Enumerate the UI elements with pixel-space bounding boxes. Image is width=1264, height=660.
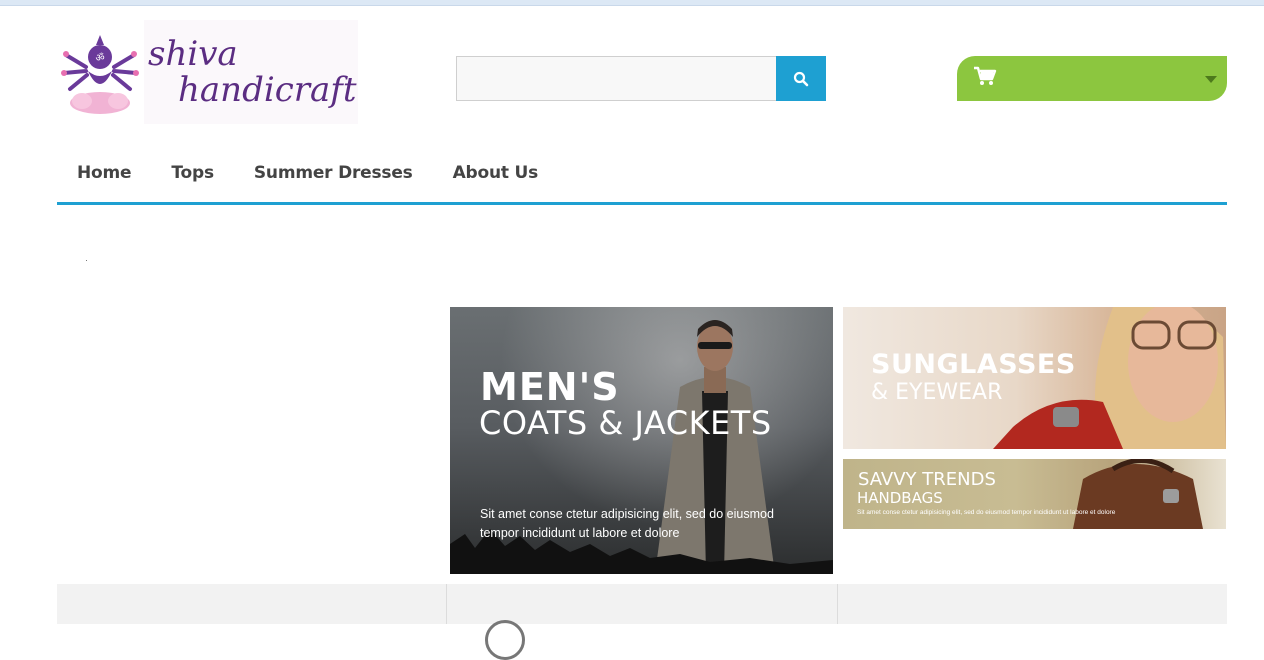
cart-dropdown[interactable] — [957, 56, 1227, 101]
nav-item-about-us[interactable]: About Us — [433, 150, 558, 183]
mens-coats-banner[interactable]: MEN'S COATS & JACKETS Sit amet conse cte… — [450, 307, 833, 574]
banner-subtitle: COATS & JACKETS — [479, 404, 772, 442]
banner-title: SUNGLASSES — [871, 349, 1076, 380]
site-logo[interactable]: ॐ shiva handicraft — [60, 20, 358, 124]
banner-subtitle: & EYEWEAR — [871, 380, 1003, 405]
search-input[interactable] — [456, 56, 776, 101]
svg-text:ॐ: ॐ — [95, 52, 104, 64]
search-icon — [793, 71, 809, 86]
banner-description: Sit amet conse ctetur adipisicing elit, … — [857, 509, 1116, 516]
banner-title: MEN'S — [480, 365, 620, 409]
logo-wordmark: shiva handicraft — [148, 34, 357, 110]
feature-cell — [57, 584, 448, 624]
features-strip — [57, 584, 1227, 660]
search-button[interactable] — [776, 56, 826, 101]
stray-dot — [86, 260, 87, 261]
chevron-down-icon — [1205, 76, 1217, 83]
nav-item-summer-dresses[interactable]: Summer Dresses — [234, 150, 433, 183]
sunglasses-banner[interactable]: SUNGLASSES & EYEWEAR — [843, 307, 1226, 449]
shiva-logo-icon: ॐ — [60, 27, 142, 117]
nav-item-tops[interactable]: Tops — [151, 150, 234, 183]
feature-icon — [485, 620, 526, 660]
handbag-image — [1073, 459, 1203, 529]
banner-title: SAVVY TRENDS — [858, 469, 996, 490]
banner-subtitle: HANDBAGS — [857, 489, 943, 507]
handbags-banner[interactable]: SAVVY TRENDS HANDBAGS Sit amet conse cte… — [843, 459, 1226, 529]
browser-top-edge — [0, 0, 1264, 6]
banner-description: Sit amet conse ctetur adipisicing elit, … — [480, 507, 774, 540]
main-navigation: Home Tops Summer Dresses About Us — [57, 150, 1227, 205]
nav-item-home[interactable]: Home — [57, 150, 151, 183]
feature-cell — [838, 584, 1227, 624]
feature-cell — [447, 584, 838, 660]
shopping-cart-icon — [974, 66, 997, 85]
